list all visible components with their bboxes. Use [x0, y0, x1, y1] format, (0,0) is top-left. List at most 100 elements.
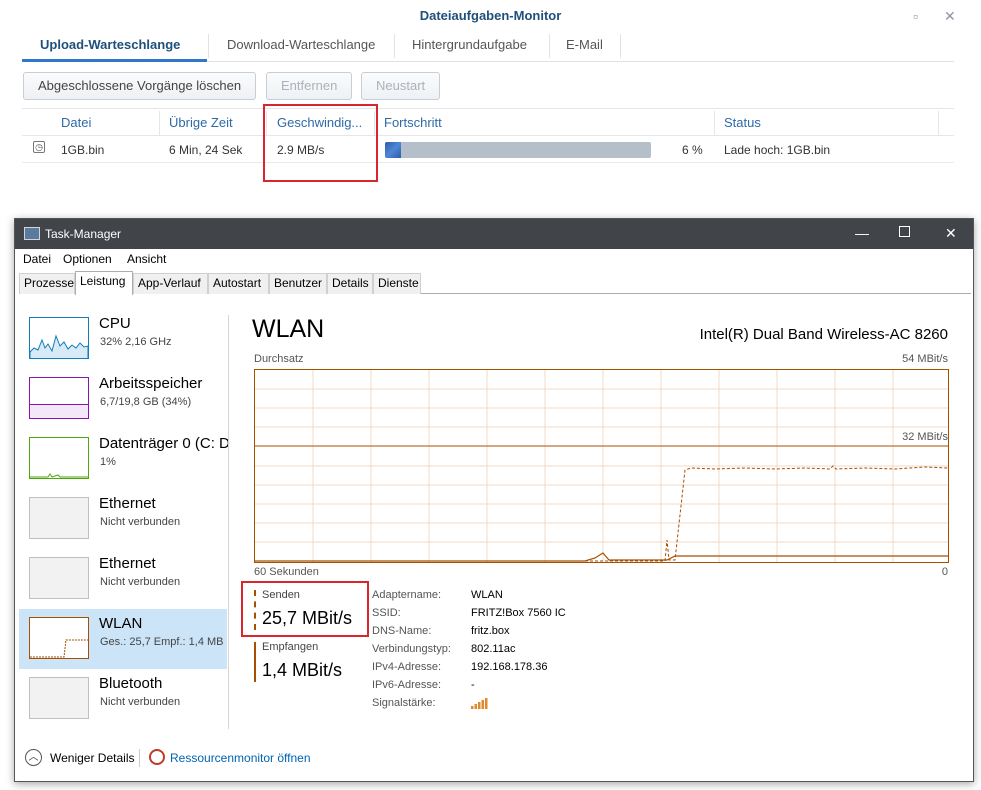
column-divider	[159, 111, 160, 135]
receive-legend-line	[254, 642, 256, 682]
sidebar-label-wlan: WLAN	[99, 615, 143, 632]
restore-icon[interactable]: ▫	[913, 8, 918, 24]
memory-mini-graph	[29, 377, 89, 419]
sidebar-label-ethernet: Ethernet	[99, 495, 156, 512]
column-remaining-time[interactable]: Übrige Zeit	[169, 115, 233, 130]
task-manager-window: Task-Manager — ✕ Datei Optionen Ansicht …	[14, 218, 974, 782]
close-icon[interactable]: ✕	[945, 225, 957, 242]
menu-file[interactable]: Datei	[23, 252, 51, 266]
footer-divider	[139, 749, 140, 767]
ethernet-mini-graph	[29, 557, 89, 599]
clear-completed-button[interactable]: Abgeschlossene Vorgänge löschen	[23, 72, 257, 100]
fewer-details-link[interactable]: Weniger Details	[50, 751, 134, 765]
detail-key: IPv4-Adresse:	[372, 661, 442, 673]
tab-processes[interactable]: Prozesse	[19, 273, 75, 294]
restart-button[interactable]: Neustart	[361, 72, 441, 100]
bluetooth-mini-graph	[29, 677, 89, 719]
receive-label: Empfangen	[262, 641, 319, 653]
sidebar-item-ethernet-1[interactable]: Ethernet Nicht verbunden	[19, 489, 227, 549]
row-status: Lade hoch: 1GB.bin	[724, 143, 831, 157]
progress-bar	[385, 142, 651, 158]
task-manager-titlebar: Task-Manager — ✕	[15, 219, 973, 249]
graph-max-label: 54 MBit/s	[902, 353, 948, 365]
sidebar-label-memory: Arbeitsspeicher	[99, 375, 203, 392]
tab-services[interactable]: Dienste	[373, 273, 421, 294]
adapter-model: Intel(R) Dual Band Wireless-AC 8260	[699, 326, 948, 343]
wlan-mini-graph	[29, 617, 89, 659]
sidebar-sub-wlan: Ges.: 25,7 Empf.: 1,4 MB	[100, 636, 224, 648]
sidebar-item-wlan[interactable]: WLAN Ges.: 25,7 Empf.: 1,4 MB	[19, 609, 227, 669]
sidebar-divider	[228, 315, 229, 729]
remove-button[interactable]: Entfernen	[266, 72, 353, 100]
highlight-box-send	[241, 581, 369, 637]
tab-details[interactable]: Details	[327, 273, 373, 294]
column-divider	[714, 111, 715, 135]
resource-monitor-icon	[149, 749, 165, 765]
table-row[interactable]: ◷ 1GB.bin 6 Min, 24 Sek 2.9 MB/s 6 % Lad…	[22, 137, 954, 163]
minimize-icon[interactable]: —	[855, 225, 869, 241]
open-resource-monitor-link[interactable]: Ressourcenmonitor öffnen	[170, 751, 311, 765]
sidebar-item-ethernet-2[interactable]: Ethernet Nicht verbunden	[19, 549, 227, 609]
graph-zero-label: 0	[941, 566, 948, 578]
menu-view[interactable]: Ansicht	[127, 252, 166, 266]
graph-time-label: 60 Sekunden	[254, 566, 319, 578]
tab-divider	[549, 34, 550, 58]
task-manager-tabs: Prozesse Leistung App-Verlauf Autostart …	[19, 271, 971, 295]
detail-key: IPv6-Adresse:	[372, 679, 442, 691]
task-manager-footer: ︿ Weniger Details Ressourcenmonitor öffn…	[15, 737, 973, 781]
highlight-box-speed	[263, 104, 378, 182]
detail-value: 192.168.178.36	[471, 661, 548, 673]
row-file: 1GB.bin	[61, 143, 105, 157]
tab-email[interactable]: E-Mail	[566, 37, 603, 52]
column-file[interactable]: Datei	[61, 115, 91, 130]
progress-fill	[385, 142, 401, 158]
close-icon[interactable]: ✕	[944, 8, 956, 25]
column-status[interactable]: Status	[724, 115, 761, 130]
tab-download-queue[interactable]: Download-Warteschlange	[227, 37, 375, 52]
sidebar-sub-ethernet: Nicht verbunden	[100, 516, 181, 528]
menu-options[interactable]: Optionen	[63, 252, 112, 266]
throughput-graph	[254, 369, 949, 563]
task-manager-app-icon	[24, 227, 40, 240]
disk-mini-graph	[29, 437, 89, 479]
sidebar-item-disk[interactable]: Datenträger 0 (C: D 1%	[19, 429, 230, 489]
detail-key: DNS-Name:	[372, 625, 432, 637]
tab-divider	[394, 34, 395, 58]
signal-strength-icon	[471, 697, 489, 712]
dialog-title: Dateiaufgaben-Monitor	[419, 8, 562, 23]
detail-value: WLAN	[471, 589, 503, 601]
chevron-up-icon[interactable]: ︿	[25, 749, 42, 766]
column-progress[interactable]: Fortschritt	[384, 115, 442, 130]
detail-key: SSID:	[372, 607, 401, 619]
tab-background-task[interactable]: Hintergrundaufgabe	[412, 37, 527, 52]
sidebar-label-ethernet: Ethernet	[99, 555, 156, 572]
sidebar-label-bluetooth: Bluetooth	[99, 675, 163, 692]
maximize-icon[interactable]	[899, 226, 910, 237]
queue-table-header: Datei Übrige Zeit Geschwindig... Fortsch…	[22, 108, 954, 136]
sidebar-item-memory[interactable]: Arbeitsspeicher 6,7/19,8 GB (34%)	[19, 369, 227, 429]
tab-startup[interactable]: Autostart	[208, 273, 269, 294]
detail-value: FRITZ!Box 7560 IC	[471, 607, 566, 619]
menu-bar: Datei Optionen Ansicht	[15, 249, 973, 269]
row-remaining: 6 Min, 24 Sek	[169, 143, 243, 157]
sidebar-item-bluetooth[interactable]: Bluetooth Nicht verbunden	[19, 669, 227, 729]
dialog-tabs: Upload-Warteschlange Download-Warteschla…	[22, 32, 954, 62]
cpu-mini-graph	[29, 317, 89, 359]
tab-app-history[interactable]: App-Verlauf	[133, 273, 208, 294]
detail-value: 802.11ac	[471, 643, 516, 655]
sidebar-sub-ethernet: Nicht verbunden	[100, 576, 181, 588]
tab-upload-queue[interactable]: Upload-Warteschlange	[40, 37, 180, 52]
ethernet-mini-graph	[29, 497, 89, 539]
detail-value: fritz.box	[471, 625, 510, 637]
sidebar-label-cpu: CPU	[99, 315, 131, 332]
task-manager-title: Task-Manager	[45, 227, 122, 241]
detail-value: -	[471, 679, 475, 691]
tab-users[interactable]: Benutzer	[269, 273, 327, 294]
detail-key: Adaptername:	[372, 589, 442, 601]
detail-key: Verbindungstyp:	[372, 643, 451, 655]
tab-performance[interactable]: Leistung	[75, 271, 133, 295]
sidebar-sub-cpu: 32% 2,16 GHz	[100, 336, 172, 348]
sidebar-sub-memory: 6,7/19,8 GB (34%)	[100, 396, 192, 408]
detail-key: Signalstärke:	[372, 697, 436, 709]
sidebar-item-cpu[interactable]: CPU 32% 2,16 GHz	[19, 309, 227, 369]
